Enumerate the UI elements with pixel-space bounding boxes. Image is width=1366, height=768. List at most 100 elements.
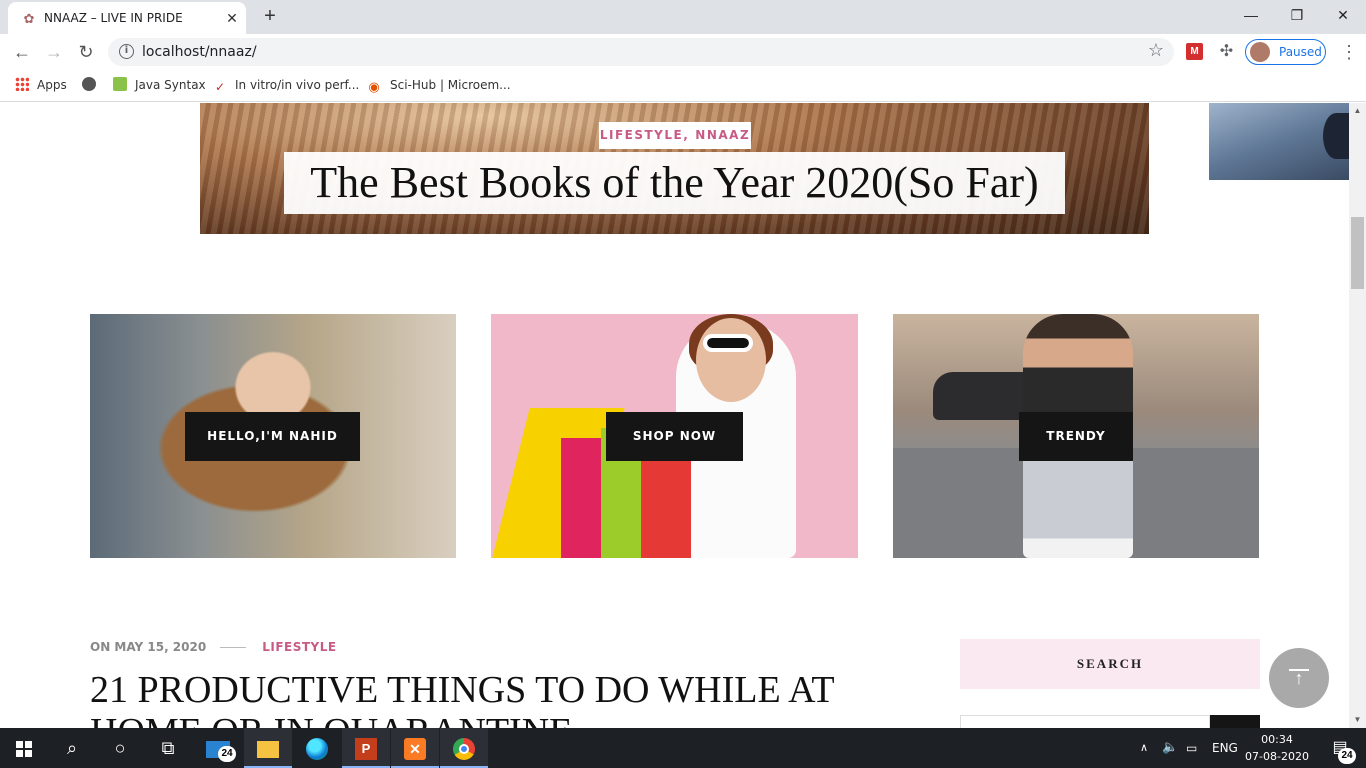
bookmark-apps[interactable]: Apps: [15, 76, 67, 94]
category-separator: ,: [683, 128, 690, 142]
minimize-button[interactable]: —: [1228, 0, 1274, 30]
search-icon: ⌕: [66, 738, 78, 758]
site-info-icon[interactable]: i: [119, 44, 134, 59]
tab-title: NNAAZ – LIVE IN PRIDE: [44, 11, 183, 25]
taskbar-edge[interactable]: [293, 728, 341, 768]
promo-card-shop[interactable]: SHOP NOW: [491, 314, 858, 558]
address-bar[interactable]: i localhost/nnaaz/ ☆: [108, 38, 1174, 66]
volume-icon[interactable]: 🔈: [1162, 728, 1178, 768]
taskbar-chrome[interactable]: [440, 728, 488, 768]
hero-title-box: The Best Books of the Year 2020(So Far): [284, 152, 1065, 214]
promo-card-trendy[interactable]: TRENDY: [893, 314, 1259, 558]
reload-button[interactable]: ↻: [73, 39, 99, 65]
taskbar-clock[interactable]: 00:34 07-08-2020: [1242, 731, 1312, 765]
bookmark-in-vitro[interactable]: ✓ In vitro/in vivo perf...: [213, 76, 359, 94]
globe-icon: [82, 77, 96, 91]
promo-image-shape: [696, 318, 766, 402]
taskbar-mail[interactable]: 24: [194, 728, 242, 768]
arrow-up-icon: ↑: [1294, 668, 1304, 688]
windows-logo-icon: [16, 741, 32, 758]
xampp-icon: ✕: [404, 738, 426, 761]
apps-grid-icon: [15, 77, 29, 91]
profile-status-label: Paused: [1279, 45, 1322, 59]
bookmark-scihub[interactable]: ◉ Sci-Hub | Microem...: [366, 76, 511, 95]
shop-now-button[interactable]: SHOP NOW: [606, 412, 743, 461]
bookmark-label: Sci-Hub | Microem...: [390, 78, 511, 92]
browser-toolbar: ← → ↻ i localhost/nnaaz/ ☆ M ✣ Paused ⋮: [0, 34, 1366, 70]
trendy-button[interactable]: TRENDY: [1019, 412, 1133, 461]
browser-tab-bar: ✿ NNAAZ – LIVE IN PRIDE ✕ + — ❐ ✕: [0, 0, 1366, 34]
hero-banner[interactable]: LIFESTYLE, NNAAZ The Best Books of the Ye…: [200, 103, 1149, 234]
folder-icon: [257, 740, 279, 758]
cortana-button[interactable]: ○: [96, 728, 144, 768]
java-icon: [113, 77, 127, 91]
windows-taskbar: ⌕ ○ ⧉ 24 P ✕ ∧ 🔈 ▭ ENG 00:34 07-08-2020 …: [0, 728, 1366, 768]
meta-divider: [220, 647, 247, 648]
promo-button-about[interactable]: HELLO,I'M NAHID: [185, 412, 360, 461]
post-meta: ON MAY 15, 2020 LIFESTYLE: [90, 640, 337, 654]
new-tab-button[interactable]: +: [259, 4, 281, 28]
hero-category-link[interactable]: NNAAZ: [695, 128, 750, 142]
page-scrollbar[interactable]: ▲ ▼: [1349, 103, 1366, 728]
task-view-icon: ⧉: [161, 738, 175, 758]
scroll-down-icon[interactable]: ▼: [1349, 712, 1366, 728]
hero-categories: LIFESTYLE, NNAAZ: [599, 122, 751, 149]
notification-badge: 24: [1338, 748, 1356, 764]
shopping-bag-shape: [641, 458, 691, 558]
clock-time: 00:34: [1261, 733, 1293, 746]
scrollbar-thumb[interactable]: [1351, 217, 1364, 289]
scroll-up-icon[interactable]: ▲: [1349, 103, 1366, 119]
back-to-top-button[interactable]: ↑: [1269, 648, 1329, 708]
close-tab-icon[interactable]: ✕: [224, 10, 240, 26]
taskbar-powerpoint[interactable]: P: [342, 728, 390, 768]
post-date: ON MAY 15, 2020: [90, 640, 207, 654]
taskbar-xampp[interactable]: ✕: [391, 728, 439, 768]
cortana-circle-icon: ○: [114, 738, 126, 758]
forward-button[interactable]: →: [41, 39, 67, 65]
avatar: [1250, 42, 1270, 62]
profile-button[interactable]: Paused: [1245, 39, 1326, 65]
browser-tab[interactable]: ✿ NNAAZ – LIVE IN PRIDE ✕: [8, 2, 246, 34]
bookmark-label: Apps: [37, 78, 67, 92]
bookmark-globe[interactable]: [82, 76, 104, 94]
chrome-icon: [453, 738, 475, 761]
close-window-button[interactable]: ✕: [1320, 0, 1366, 30]
scihub-icon: ◉: [368, 80, 380, 95]
site-favicon-icon: ✿: [23, 11, 35, 26]
vitro-icon: ✓: [214, 80, 226, 94]
thumbnail-shape: [1323, 113, 1349, 159]
sidebar-search-heading: SEARCH: [960, 639, 1260, 689]
search-input[interactable]: [960, 715, 1210, 728]
action-center-button[interactable]: ▤ 24: [1320, 728, 1360, 768]
promo-image-shape: [703, 334, 753, 352]
bookmark-star-icon[interactable]: ☆: [1148, 40, 1164, 61]
taskbar-file-explorer[interactable]: [244, 728, 292, 768]
back-button[interactable]: ←: [9, 39, 35, 65]
promo-card-about[interactable]: HELLO,I'M NAHID: [90, 314, 456, 558]
bookmark-label: Java Syntax: [135, 78, 206, 92]
search-submit-button[interactable]: [1210, 715, 1260, 728]
clock-date: 07-08-2020: [1245, 750, 1309, 763]
hero-category-link[interactable]: LIFESTYLE: [600, 128, 683, 142]
extensions-puzzle-icon[interactable]: ✣: [1218, 43, 1235, 60]
bookmark-java-syntax[interactable]: Java Syntax: [113, 76, 206, 94]
restore-button[interactable]: ❐: [1274, 0, 1320, 30]
hero-title[interactable]: The Best Books of the Year 2020(So Far): [284, 152, 1065, 214]
edge-icon: [306, 738, 328, 761]
post-category-link[interactable]: LIFESTYLE: [262, 640, 336, 654]
page-viewport: LIFESTYLE, NNAAZ The Best Books of the Ye…: [0, 103, 1349, 728]
post-title[interactable]: 21 PRODUCTIVE THINGS TO DO WHILE AT HOME…: [90, 669, 920, 728]
slider-next-thumbnail[interactable]: [1209, 103, 1349, 180]
bookmarks-bar: Apps Java Syntax ✓ In vitro/in vivo perf.…: [0, 70, 1366, 102]
task-view-button[interactable]: ⧉: [144, 728, 192, 768]
url-text[interactable]: localhost/nnaaz/: [142, 44, 257, 60]
browser-menu-icon[interactable]: ⋮: [1340, 39, 1358, 65]
language-indicator[interactable]: ENG: [1212, 728, 1238, 768]
bookmark-label: In vitro/in vivo perf...: [235, 78, 360, 92]
extension-icon[interactable]: M: [1186, 43, 1203, 60]
battery-icon[interactable]: ▭: [1186, 728, 1197, 768]
mail-badge: 24: [218, 746, 236, 762]
start-button[interactable]: [0, 728, 48, 768]
tray-overflow-icon[interactable]: ∧: [1140, 728, 1148, 768]
search-taskbar-button[interactable]: ⌕: [48, 728, 96, 768]
